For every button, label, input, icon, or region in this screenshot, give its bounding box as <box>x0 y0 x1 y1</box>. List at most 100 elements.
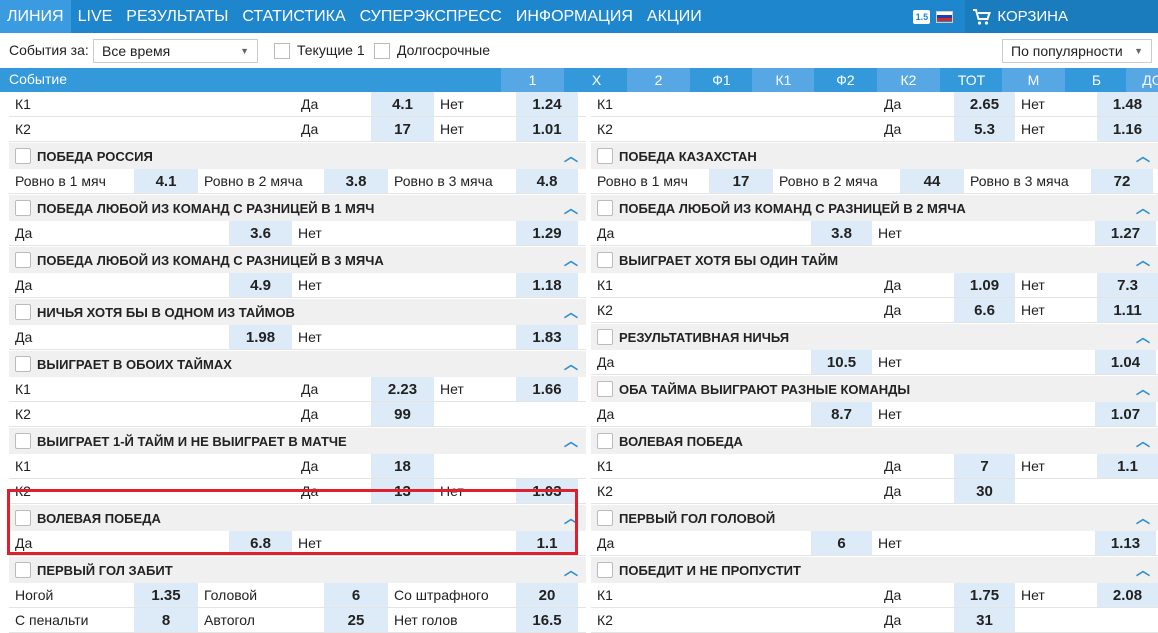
odds-no[interactable]: 1.48 <box>1097 92 1158 116</box>
odds-yes[interactable]: 6.6 <box>954 298 1015 322</box>
sort-select[interactable]: По популярности ▼ <box>1002 39 1152 63</box>
odds-no[interactable]: 7.3 <box>1097 273 1158 297</box>
market-checkbox[interactable] <box>597 329 613 345</box>
market-checkbox[interactable] <box>597 562 613 578</box>
market-checkbox[interactable] <box>15 356 31 372</box>
market-header[interactable]: ВЫИГРАЕТ В ОБОИХ ТАЙМАХ ︿ <box>9 351 586 377</box>
nav-statistics[interactable]: СТАТИСТИКА <box>235 0 352 33</box>
odds-no[interactable]: 1.24 <box>516 92 578 116</box>
odds-no[interactable]: 1.13 <box>1095 531 1156 555</box>
odds-yes[interactable]: 30 <box>954 479 1015 503</box>
odds-value[interactable]: 1.35 <box>134 583 198 607</box>
collapse-chevron-icon[interactable]: ︿ <box>564 508 578 528</box>
odds-yes[interactable]: 2.23 <box>371 377 434 401</box>
market-header[interactable]: ПОБЕДА ЛЮБОЙ ИЗ КОМАНД С РАЗНИЦЕЙ В 1 МЯ… <box>9 195 586 221</box>
market-header[interactable]: ВЫИГРАЕТ ХОТЯ БЫ ОДИН ТАЙМ ︿ <box>591 247 1158 273</box>
collapse-chevron-icon[interactable]: ︿ <box>1136 146 1150 166</box>
market-header[interactable]: ПОБЕДА ЛЮБОЙ ИЗ КОМАНД С РАЗНИЦЕЙ В 3 МЯ… <box>9 247 586 273</box>
market-checkbox[interactable] <box>597 148 613 164</box>
odds-yes[interactable]: 13 <box>371 479 434 503</box>
period-select[interactable]: Все время ▼ <box>93 39 258 63</box>
odds-value[interactable]: 16.5 <box>516 608 578 632</box>
odds-yes[interactable]: 17 <box>371 117 434 141</box>
odds-yes[interactable]: 2.65 <box>954 92 1015 116</box>
market-checkbox[interactable] <box>15 562 31 578</box>
market-checkbox[interactable] <box>597 252 613 268</box>
odds-no[interactable]: 1.83 <box>516 325 578 349</box>
odds-value[interactable]: 3.8 <box>324 169 388 193</box>
column-head[interactable]: Б <box>1065 68 1128 92</box>
collapse-chevron-icon[interactable]: ︿ <box>1136 508 1150 528</box>
collapse-chevron-icon[interactable]: ︿ <box>564 146 578 166</box>
market-checkbox[interactable] <box>15 304 31 320</box>
column-head[interactable]: 1 <box>501 68 564 92</box>
odds-value[interactable]: 72 <box>1091 169 1153 193</box>
market-header[interactable]: ВОЛЕВАЯ ПОБЕДА ︿ <box>591 428 1158 454</box>
odds-value[interactable]: 4.1 <box>134 169 198 193</box>
odds-yes[interactable]: 99 <box>371 402 434 426</box>
odds-yes[interactable]: 18 <box>371 454 434 478</box>
odds-value[interactable]: 17 <box>709 169 773 193</box>
nav-live[interactable]: LIVE <box>71 0 120 33</box>
market-header[interactable]: НИЧЬЯ ХОТЯ БЫ В ОДНОМ ИЗ ТАЙМОВ ︿ <box>9 299 586 325</box>
market-checkbox[interactable] <box>597 381 613 397</box>
odds-yes[interactable]: 5.3 <box>954 117 1015 141</box>
odds-no[interactable]: 1.1 <box>516 531 578 555</box>
odds-no[interactable]: 1.04 <box>1095 350 1156 374</box>
collapse-chevron-icon[interactable]: ︿ <box>1136 327 1150 347</box>
collapse-chevron-icon[interactable]: ︿ <box>1136 431 1150 451</box>
odds-value[interactable]: 4.8 <box>516 169 578 193</box>
market-header[interactable]: ПОБЕДА ЛЮБОЙ ИЗ КОМАНД С РАЗНИЦЕЙ В 2 МЯ… <box>591 195 1158 221</box>
market-checkbox[interactable] <box>597 433 613 449</box>
market-header[interactable]: ПОБЕДА РОССИЯ ︿ <box>9 143 586 169</box>
version-badge[interactable]: 1.5 <box>913 9 931 24</box>
market-checkbox[interactable] <box>15 252 31 268</box>
column-head[interactable]: Ф1 <box>690 68 753 92</box>
column-head[interactable]: Х <box>565 68 628 92</box>
market-checkbox[interactable] <box>597 510 613 526</box>
odds-no[interactable]: 1.01 <box>516 117 578 141</box>
collapse-chevron-icon[interactable]: ︿ <box>564 302 578 322</box>
market-header[interactable]: ВЫИГРАЕТ 1-Й ТАЙМ И НЕ ВЫИГРАЕТ В МАТЧЕ ︿ <box>9 428 586 454</box>
column-head[interactable]: ДОП <box>1126 68 1158 92</box>
odds-no[interactable]: 1.27 <box>1095 221 1156 245</box>
odds-no[interactable]: 1.11 <box>1097 298 1158 322</box>
nav-results[interactable]: РЕЗУЛЬТАТЫ <box>119 0 235 33</box>
odds-yes[interactable]: 8.7 <box>811 402 872 426</box>
odds-yes[interactable]: 6 <box>811 531 872 555</box>
market-header[interactable]: ОБА ТАЙМА ВЫИГРАЮТ РАЗНЫЕ КОМАНДЫ ︿ <box>591 376 1158 402</box>
odds-yes[interactable]: 7 <box>954 454 1015 478</box>
current-checkbox[interactable] <box>274 43 290 59</box>
odds-value[interactable]: 6 <box>324 583 388 607</box>
odds-yes[interactable]: 6.8 <box>229 531 292 555</box>
market-header[interactable]: ПОБЕДИТ И НЕ ПРОПУСТИТ ︿ <box>591 557 1158 583</box>
odds-no[interactable]: 1.66 <box>516 377 578 401</box>
market-checkbox[interactable] <box>15 148 31 164</box>
odds-yes[interactable]: 10.5 <box>811 350 872 374</box>
nav-superexpress[interactable]: СУПЕРЭКСПРЕСС <box>353 0 509 33</box>
market-header[interactable]: ПЕРВЫЙ ГОЛ ГОЛОВОЙ ︿ <box>591 505 1158 531</box>
collapse-chevron-icon[interactable]: ︿ <box>1136 250 1150 270</box>
column-head[interactable]: ТОТ <box>940 68 1003 92</box>
nav-information[interactable]: ИНФОРМАЦИЯ <box>509 0 640 33</box>
odds-value[interactable]: 8 <box>134 608 198 632</box>
odds-yes[interactable]: 4.1 <box>371 92 434 116</box>
market-header[interactable]: ВОЛЕВАЯ ПОБЕДА ︿ <box>9 505 586 531</box>
collapse-chevron-icon[interactable]: ︿ <box>1136 560 1150 580</box>
collapse-chevron-icon[interactable]: ︿ <box>564 250 578 270</box>
odds-no[interactable]: 1.03 <box>516 479 578 503</box>
odds-yes[interactable]: 3.6 <box>229 221 292 245</box>
market-header[interactable]: ПОБЕДА КАЗАХСТАН ︿ <box>591 143 1158 169</box>
column-head[interactable]: К1 <box>752 68 815 92</box>
collapse-chevron-icon[interactable]: ︿ <box>564 198 578 218</box>
odds-yes[interactable]: 4.9 <box>229 273 292 297</box>
odds-value[interactable]: 25 <box>324 608 388 632</box>
market-header[interactable]: РЕЗУЛЬТАТИВНАЯ НИЧЬЯ ︿ <box>591 324 1158 350</box>
odds-no[interactable]: 1.07 <box>1095 402 1156 426</box>
odds-value[interactable]: 44 <box>900 169 964 193</box>
longterm-checkbox[interactable] <box>374 43 390 59</box>
column-head[interactable]: Ф2 <box>814 68 877 92</box>
odds-yes[interactable]: 31 <box>954 608 1015 632</box>
collapse-chevron-icon[interactable]: ︿ <box>564 354 578 374</box>
collapse-chevron-icon[interactable]: ︿ <box>1136 379 1150 399</box>
